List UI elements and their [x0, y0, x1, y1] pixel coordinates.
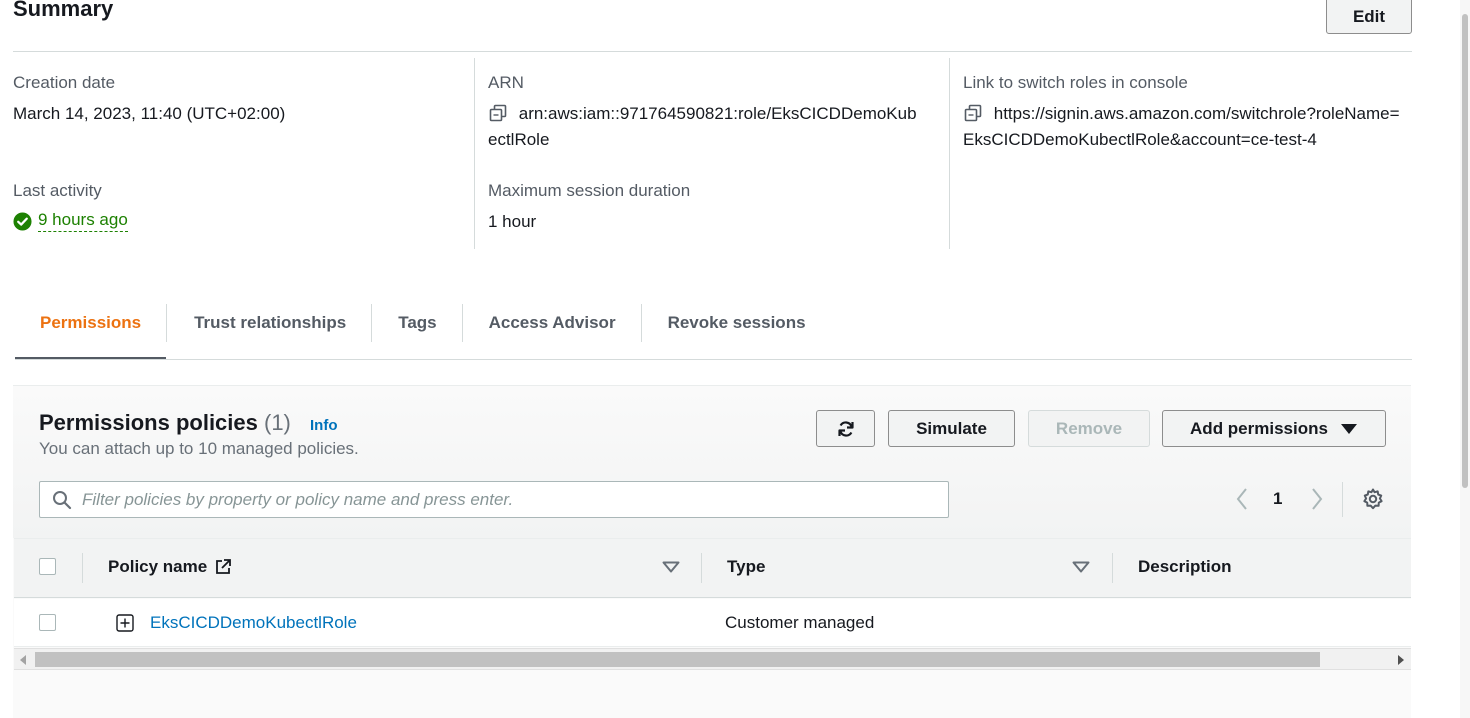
- external-link-icon: [216, 559, 232, 574]
- refresh-button[interactable]: [816, 410, 875, 447]
- last-activity-value[interactable]: 9 hours ago: [13, 210, 128, 232]
- arn-value: arn:aws:iam::971764590821:role/EksCICDDe…: [488, 101, 917, 153]
- refresh-icon: [837, 420, 854, 437]
- gear-icon: [1363, 488, 1383, 510]
- chevron-left-icon: [1236, 488, 1247, 510]
- tab-bar: Permissions Trust relationships Tags Acc…: [15, 303, 831, 360]
- summary-divider: [13, 51, 1412, 52]
- page-number[interactable]: 1: [1273, 485, 1282, 513]
- info-link[interactable]: Info: [310, 417, 338, 434]
- row-checkbox[interactable]: [39, 614, 56, 631]
- column-divider: [1112, 553, 1113, 583]
- policies-count: (1): [264, 410, 291, 435]
- prev-page-button[interactable]: [1235, 485, 1249, 513]
- policies-title: Permissions policies (1): [39, 410, 291, 436]
- summary-title: Summary: [13, 0, 114, 21]
- column-header-description[interactable]: Description: [1138, 557, 1232, 577]
- tab-access-advisor[interactable]: Access Advisor: [463, 303, 641, 360]
- pager-divider: [1342, 482, 1343, 517]
- column-divider: [474, 58, 475, 249]
- edit-button[interactable]: Edit: [1326, 0, 1412, 34]
- switch-link-value: https://signin.aws.amazon.com/switchrole…: [963, 101, 1400, 153]
- search-icon: [53, 490, 72, 509]
- creation-date-label: Creation date: [13, 73, 116, 92]
- sort-icon[interactable]: [662, 561, 680, 573]
- switch-link-label: Link to switch roles in console: [963, 73, 1188, 92]
- tab-permissions[interactable]: Permissions: [15, 303, 167, 360]
- arn-label: ARN: [488, 73, 524, 92]
- policies-description: You can attach up to 10 managed policies…: [39, 439, 359, 458]
- table-row: EksCICDDemoKubectlRole Customer managed: [14, 599, 1411, 647]
- tab-trust-relationships[interactable]: Trust relationships: [167, 303, 371, 360]
- max-session-value: 1 hour: [488, 212, 537, 231]
- add-permissions-button[interactable]: Add permissions: [1162, 410, 1386, 447]
- next-page-button[interactable]: [1310, 485, 1324, 513]
- search-box[interactable]: [39, 481, 949, 518]
- column-header-type[interactable]: Type: [727, 557, 765, 577]
- add-permissions-label: Add permissions: [1190, 418, 1328, 438]
- tabs-underline: [15, 359, 1412, 360]
- policy-name-link[interactable]: EksCICDDemoKubectlRole: [150, 613, 357, 633]
- remove-button[interactable]: Remove: [1028, 410, 1150, 447]
- switch-link-line1: https://signin.aws.amazon.com/switchrole…: [993, 104, 1400, 123]
- policies-title-text: Permissions policies: [39, 410, 258, 435]
- last-activity-label: Last activity: [13, 181, 102, 200]
- sort-icon[interactable]: [1072, 561, 1090, 573]
- switch-link-line2: EksCICDDemoKubectlRole&account=ce-test-4: [963, 130, 1317, 149]
- max-session-label: Maximum session duration: [488, 181, 691, 200]
- column-divider: [701, 553, 702, 583]
- arn-text-line1: arn:aws:iam::971764590821:role/EksCICDDe…: [518, 104, 917, 123]
- expand-row-icon[interactable]: [116, 614, 134, 632]
- horizontal-scrollbar[interactable]: [14, 648, 1411, 670]
- creation-date-value: March 14, 2023, 11:40 (UTC+02:00): [13, 104, 286, 123]
- scrollbar-thumb[interactable]: [35, 652, 1320, 667]
- scroll-right-arrow-icon[interactable]: [1398, 655, 1404, 665]
- preferences-button[interactable]: [1362, 485, 1384, 513]
- column-header-policy-name[interactable]: Policy name: [108, 557, 232, 577]
- column-divider: [949, 58, 950, 249]
- policy-type: Customer managed: [725, 613, 875, 632]
- check-circle-icon: [13, 211, 32, 231]
- scroll-left-arrow-icon[interactable]: [20, 655, 26, 665]
- copy-arn-button[interactable]: [488, 104, 519, 123]
- page-scrollbar[interactable]: [1460, 0, 1470, 718]
- column-divider: [82, 553, 83, 583]
- arn-text-line2: ectlRole: [488, 130, 550, 149]
- search-input[interactable]: [82, 489, 922, 510]
- column-policy-name-label: Policy name: [108, 557, 208, 576]
- last-activity-text: 9 hours ago: [38, 210, 128, 232]
- copy-icon: [489, 104, 507, 122]
- tab-revoke-sessions[interactable]: Revoke sessions: [642, 303, 831, 360]
- chevron-right-icon: [1312, 488, 1323, 510]
- table-header: Policy name Type Description: [14, 538, 1411, 598]
- tab-tags[interactable]: Tags: [372, 303, 461, 360]
- copy-switch-link-button[interactable]: [963, 104, 994, 123]
- copy-icon: [964, 104, 982, 122]
- simulate-button[interactable]: Simulate: [888, 410, 1015, 447]
- caret-down-icon: [1340, 423, 1357, 434]
- page-scrollbar-thumb[interactable]: [1462, 14, 1468, 488]
- select-all-checkbox[interactable]: [39, 558, 56, 575]
